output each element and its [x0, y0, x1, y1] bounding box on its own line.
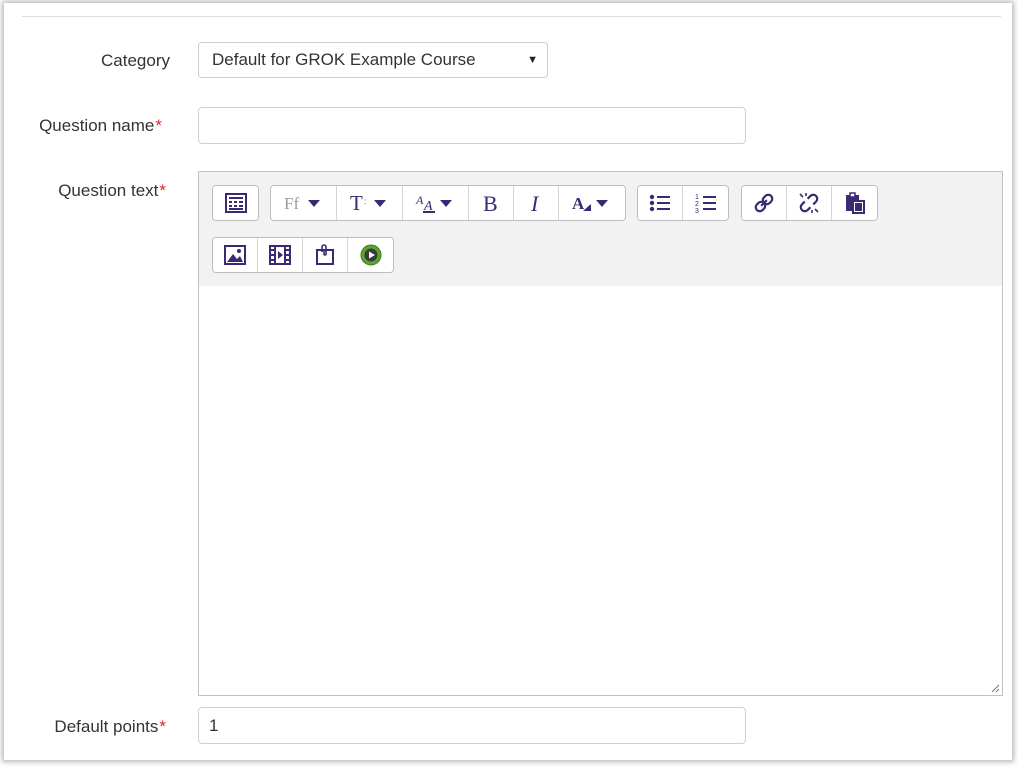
default-points-input[interactable]: 1 [198, 707, 746, 744]
question-text-editor: Ff T : A A B I A 1 2 3 [198, 171, 1003, 696]
default-points-value: 1 [209, 716, 219, 735]
form-panel: Category Default for GROK Example Course… [4, 3, 1012, 760]
category-selected-value: Default for GROK Example Course [212, 50, 476, 69]
text-color-icon: A [572, 194, 608, 213]
film-icon [269, 245, 291, 265]
unlink-icon [799, 193, 819, 213]
insert-link-button[interactable] [742, 186, 787, 220]
italic-button[interactable]: I [514, 186, 559, 220]
font-size-icon: T : [350, 192, 386, 214]
toolbar-group-links [741, 185, 878, 221]
svg-text:I: I [530, 192, 540, 214]
svg-text:Ff: Ff [284, 194, 299, 213]
italic-icon: I [530, 192, 540, 214]
play-record-icon [360, 244, 381, 266]
record-media-button[interactable] [348, 238, 393, 272]
font-size-button[interactable]: T : [337, 186, 403, 220]
required-marker: * [159, 717, 166, 736]
svg-text:A: A [415, 193, 424, 207]
svg-text:A: A [572, 194, 585, 213]
ordered-list-button[interactable]: 1 2 3 [683, 186, 728, 220]
text-color-button[interactable]: A [559, 186, 625, 220]
category-label: Category [10, 51, 170, 71]
font-family-icon: Ff [284, 194, 320, 213]
paste-icon [845, 192, 865, 214]
paste-button[interactable] [832, 186, 877, 220]
manage-files-button[interactable] [303, 238, 348, 272]
svg-text::: : [364, 197, 366, 206]
editor-toolbar: Ff T : A A B I A 1 2 3 [199, 172, 1002, 287]
toolbar-group-formatting: Ff T : A A B I A [270, 185, 626, 221]
font-family-button[interactable]: Ff [271, 186, 337, 220]
toolbar-group-toggle [212, 185, 259, 221]
top-divider [22, 16, 1001, 17]
numbered-list-icon: 1 2 3 [695, 194, 716, 214]
toolbar-group-media [212, 237, 394, 273]
question-text-label: Question text* [6, 181, 166, 201]
insert-image-button[interactable] [213, 238, 258, 272]
files-icon [316, 244, 334, 265]
svg-text:2: 2 [695, 201, 699, 208]
category-label-text: Category [101, 51, 170, 70]
question-name-label-text: Question name [39, 116, 155, 135]
default-points-label: Default points* [6, 717, 166, 737]
paragraph-style-button[interactable]: A A [403, 186, 469, 220]
unordered-list-button[interactable] [638, 186, 683, 220]
image-icon [224, 245, 246, 265]
svg-text:T: T [350, 192, 363, 214]
insert-media-button[interactable] [258, 238, 303, 272]
question-name-label: Question name* [2, 116, 162, 136]
svg-text:3: 3 [695, 208, 699, 214]
bold-icon: B [483, 192, 498, 214]
question-text-content-area[interactable] [199, 286, 1002, 695]
question-text-label-text: Question text [58, 181, 159, 200]
svg-text:B: B [483, 192, 498, 214]
toolbar-toggle-button[interactable] [213, 186, 258, 220]
remove-link-button[interactable] [787, 186, 832, 220]
required-marker: * [159, 181, 166, 200]
svg-text:1: 1 [695, 194, 699, 201]
required-marker: * [155, 116, 162, 135]
toolbar-group-lists: 1 2 3 [637, 185, 729, 221]
toolbar-toggle-icon [224, 193, 247, 213]
category-select[interactable]: Default for GROK Example Course ▼ [198, 42, 548, 78]
default-points-label-text: Default points [54, 717, 159, 736]
dropdown-caret-icon: ▼ [527, 54, 538, 66]
question-name-input[interactable] [198, 107, 746, 144]
bold-button[interactable]: B [469, 186, 514, 220]
style-icon: A A [415, 193, 452, 214]
resize-handle-icon[interactable] [990, 683, 1000, 693]
link-icon [754, 193, 774, 213]
bullet-list-icon [649, 194, 670, 212]
